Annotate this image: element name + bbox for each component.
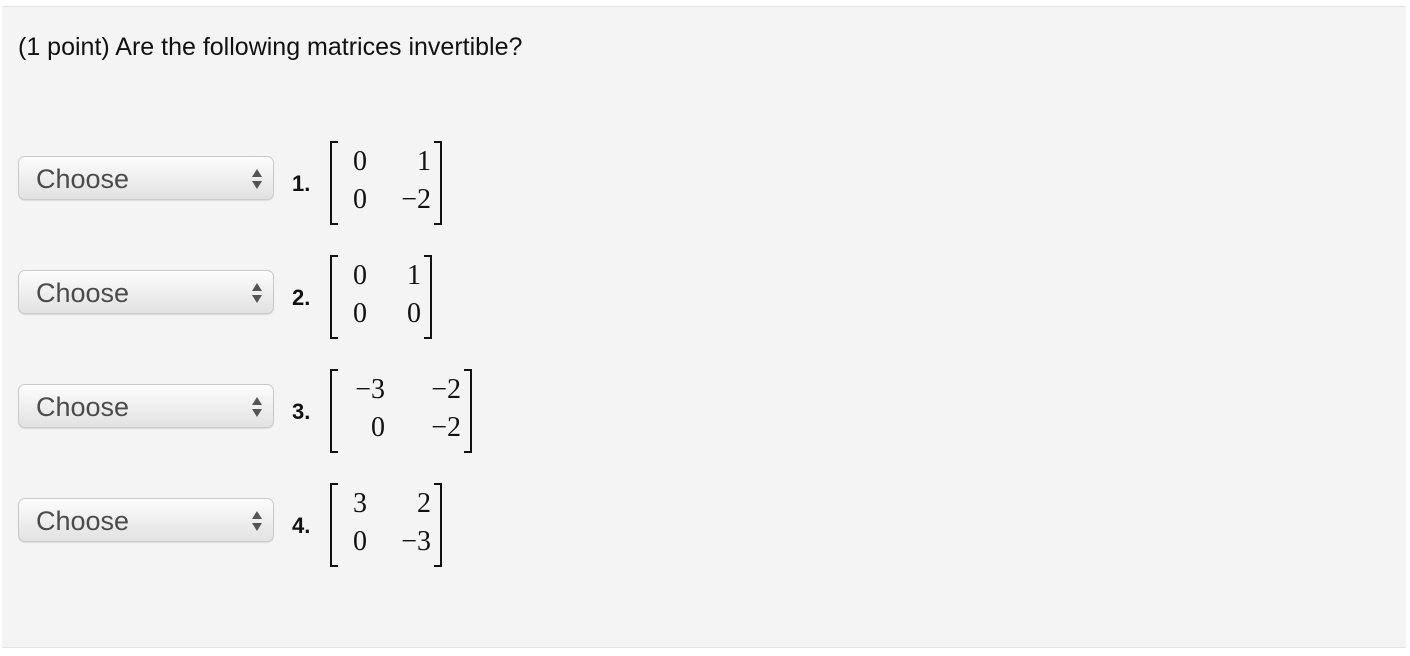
up-down-arrows-icon: [252, 169, 262, 189]
left-bracket: [330, 255, 338, 339]
matrix-cell: 1: [417, 146, 431, 177]
matrix-cell: 0: [407, 298, 421, 329]
right-bracket: [464, 369, 472, 453]
matrix-4: 3 2 0 −3: [330, 483, 442, 567]
up-down-arrows-icon: [252, 511, 262, 531]
item-number: 4.: [292, 513, 311, 538]
matrix-cell: 0: [371, 412, 385, 443]
select-value: Choose: [36, 278, 130, 308]
up-down-arrows-icon: [252, 397, 262, 417]
matrix-cell: 0: [353, 184, 367, 215]
item-number: 2.: [292, 285, 311, 310]
answer-select-2[interactable]: Choose: [18, 270, 274, 314]
matrix-3: −3 −2 0 −2: [330, 369, 472, 453]
problem-panel: (1 point) Are the following matrices inv…: [2, 6, 1406, 648]
question-text: (1 point) Are the following matrices inv…: [18, 33, 523, 61]
left-bracket: [330, 369, 338, 453]
problem-row-1: Choose 1. 0 1 0 −2: [18, 141, 718, 231]
matrix-cell: −2: [431, 412, 461, 443]
problem-row-4: Choose 4. 3 2 0 −3: [18, 483, 718, 573]
matrix-1: 0 1 0 −2: [330, 141, 442, 225]
select-value: Choose: [36, 164, 130, 194]
problem-row-3: Choose 3. −3 −2 0 −2: [18, 369, 718, 459]
select-value: Choose: [36, 506, 130, 536]
matrix-cell: −3: [355, 374, 385, 405]
matrix-cell: 1: [407, 260, 421, 291]
item-number: 3.: [292, 399, 311, 424]
left-bracket: [330, 141, 338, 225]
matrix-cell: 0: [353, 146, 367, 177]
matrix-cell: 0: [353, 526, 367, 557]
left-bracket: [330, 483, 338, 567]
answer-select-3[interactable]: Choose: [18, 384, 274, 428]
matrix-cell: −2: [431, 374, 461, 405]
matrix-2: 0 1 0 0: [330, 255, 432, 339]
matrix-cell: −3: [401, 526, 431, 557]
matrix-cell: 2: [417, 488, 431, 519]
answer-select-4[interactable]: Choose: [18, 498, 274, 542]
answer-select-1[interactable]: Choose: [18, 156, 274, 200]
matrix-cell: 0: [353, 260, 367, 291]
matrix-cell: 0: [353, 298, 367, 329]
matrix-cell: −2: [401, 184, 431, 215]
right-bracket: [434, 141, 442, 225]
matrix-cell: 3: [353, 488, 367, 519]
right-bracket: [434, 483, 442, 567]
problem-row-2: Choose 2. 0 1 0 0: [18, 255, 718, 345]
select-value: Choose: [36, 392, 130, 422]
right-bracket: [424, 255, 432, 339]
up-down-arrows-icon: [252, 283, 262, 303]
item-number: 1.: [292, 171, 311, 196]
